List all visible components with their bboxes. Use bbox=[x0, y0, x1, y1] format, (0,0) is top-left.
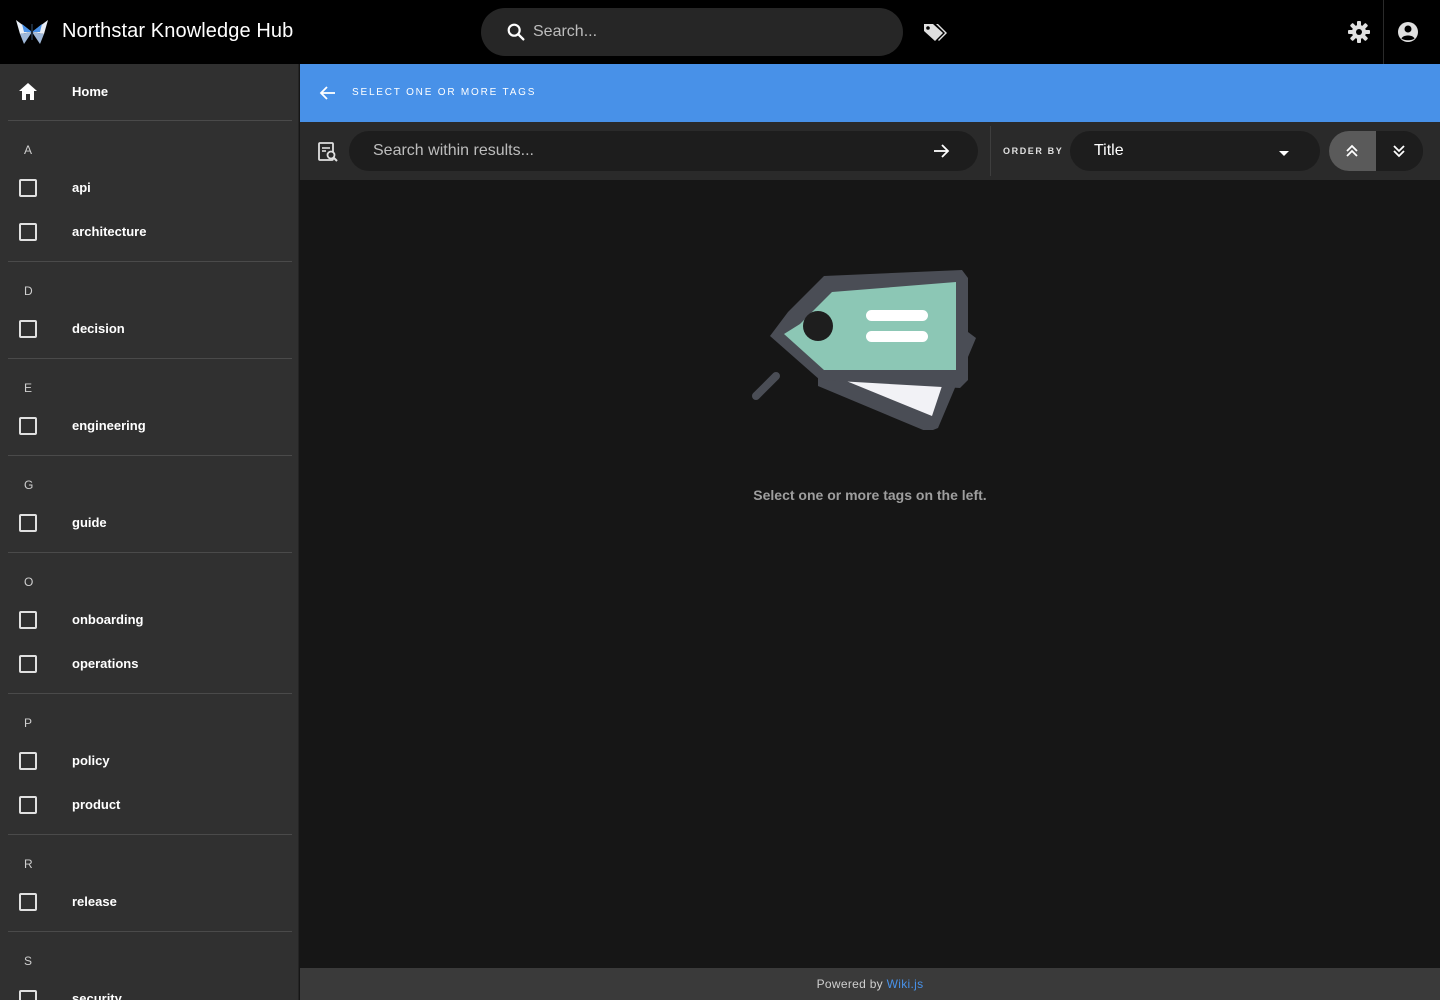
tag-checkbox[interactable] bbox=[19, 655, 37, 673]
tags-button[interactable] bbox=[920, 18, 948, 46]
sidebar-divider bbox=[8, 552, 292, 553]
settings-icon bbox=[1348, 21, 1370, 43]
tag-label: operations bbox=[72, 656, 139, 671]
tag-item-decision[interactable]: decision bbox=[0, 307, 298, 351]
footer: Powered by Wiki.js bbox=[300, 968, 1440, 1000]
tag-label: product bbox=[72, 797, 121, 812]
global-search-input[interactable] bbox=[533, 20, 883, 44]
tag-item-product[interactable]: product bbox=[0, 783, 298, 827]
sidebar-divider bbox=[8, 120, 292, 121]
tag-item-api[interactable]: api bbox=[0, 166, 298, 210]
result-search-box[interactable] bbox=[349, 131, 978, 171]
tag-checkbox[interactable] bbox=[19, 611, 37, 629]
search-icon bbox=[507, 23, 525, 41]
tags-icon bbox=[924, 24, 947, 41]
tag-item-policy[interactable]: policy bbox=[0, 739, 298, 783]
order-by-select[interactable]: Title bbox=[1070, 131, 1320, 171]
tag-item-release[interactable]: release bbox=[0, 880, 298, 924]
sidebar-divider bbox=[8, 455, 292, 456]
tag-item-architecture[interactable]: architecture bbox=[0, 210, 298, 254]
tag-illustration-icon bbox=[752, 270, 976, 430]
tag-item-operations[interactable]: operations bbox=[0, 642, 298, 686]
tag-label: architecture bbox=[72, 224, 147, 239]
sort-descending-button[interactable] bbox=[1376, 131, 1423, 171]
home-icon bbox=[19, 83, 37, 100]
sidebar-divider bbox=[8, 358, 292, 359]
sidebar-divider bbox=[8, 261, 292, 262]
arrow-left-icon[interactable] bbox=[318, 83, 338, 103]
double-chevron-down-icon bbox=[1393, 145, 1405, 158]
tag-label: decision bbox=[72, 321, 125, 336]
group-letter: O bbox=[24, 575, 34, 589]
tag-item-guide[interactable]: guide bbox=[0, 501, 298, 545]
arrow-right-icon[interactable] bbox=[931, 141, 951, 161]
settings-button[interactable] bbox=[1345, 18, 1373, 46]
sidebar-divider bbox=[8, 693, 292, 694]
tag-label: onboarding bbox=[72, 612, 144, 627]
account-icon bbox=[1398, 22, 1418, 42]
top-app-bar: Northstar Knowledge Hub bbox=[0, 0, 1440, 64]
account-button[interactable] bbox=[1394, 18, 1422, 46]
tag-sidebar: Home A api architecture D decision E eng… bbox=[0, 64, 299, 1000]
sidebar-item-label: Home bbox=[72, 84, 109, 99]
global-search-box[interactable] bbox=[481, 8, 903, 56]
tag-checkbox[interactable] bbox=[19, 796, 37, 814]
group-letter: E bbox=[24, 381, 33, 395]
toolbar-divider bbox=[990, 126, 991, 176]
tag-item-onboarding[interactable]: onboarding bbox=[0, 598, 298, 642]
tag-item-security[interactable]: security bbox=[0, 977, 298, 1000]
logo-icon[interactable] bbox=[14, 16, 50, 48]
results-area: Select one or more tags on the left. bbox=[300, 180, 1440, 968]
sidebar-divider bbox=[8, 834, 292, 835]
result-search-input[interactable] bbox=[373, 141, 903, 161]
footer-wikijs-link[interactable]: Wiki.js bbox=[887, 977, 924, 991]
tag-checkbox[interactable] bbox=[19, 179, 37, 197]
group-letter: R bbox=[24, 857, 33, 871]
tag-label: api bbox=[72, 180, 91, 195]
double-chevron-up-icon bbox=[1346, 144, 1358, 157]
tag-label: release bbox=[72, 894, 117, 909]
tag-item-engineering[interactable]: engineering bbox=[0, 404, 298, 448]
sort-ascending-button[interactable] bbox=[1329, 131, 1376, 171]
footer-prefix: Powered by bbox=[816, 977, 883, 991]
group-letter: D bbox=[24, 284, 33, 298]
tag-label: guide bbox=[72, 515, 107, 530]
tag-checkbox[interactable] bbox=[19, 893, 37, 911]
tag-checkbox[interactable] bbox=[19, 223, 37, 241]
filter-toolbar: ORDER BY Title bbox=[300, 122, 1440, 180]
tag-checkbox[interactable] bbox=[19, 320, 37, 338]
tag-label: security bbox=[72, 991, 122, 1000]
search-results-icon bbox=[318, 142, 338, 162]
tag-checkbox[interactable] bbox=[19, 514, 37, 532]
tag-checkbox[interactable] bbox=[19, 990, 37, 1000]
empty-state-message: Select one or more tags on the left. bbox=[753, 487, 987, 503]
sort-direction-toggle bbox=[1329, 131, 1423, 171]
tag-checkbox[interactable] bbox=[19, 417, 37, 435]
tag-checkbox[interactable] bbox=[19, 752, 37, 770]
group-letter: A bbox=[24, 143, 33, 157]
sidebar-item-home[interactable]: Home bbox=[0, 64, 298, 120]
tag-label: engineering bbox=[72, 418, 146, 433]
group-letter: S bbox=[24, 954, 33, 968]
group-letter: G bbox=[24, 478, 34, 492]
caret-down-icon bbox=[1279, 151, 1289, 156]
sidebar-divider bbox=[8, 931, 292, 932]
order-by-label: ORDER BY bbox=[1003, 146, 1064, 156]
tag-label: policy bbox=[72, 753, 110, 768]
order-by-value: Title bbox=[1094, 142, 1124, 159]
selection-bar-label: SELECT ONE OR MORE TAGS bbox=[352, 87, 537, 98]
tag-selection-bar: SELECT ONE OR MORE TAGS bbox=[300, 64, 1440, 122]
group-letter: P bbox=[24, 716, 33, 730]
header-divider bbox=[1383, 0, 1384, 64]
app-title[interactable]: Northstar Knowledge Hub bbox=[62, 20, 293, 43]
